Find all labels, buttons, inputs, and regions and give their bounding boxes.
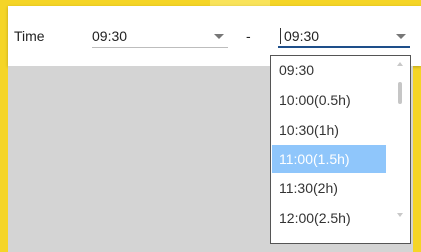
dropdown-option[interactable]: 11:30(2h) — [272, 174, 386, 202]
end-time-value: 09:30 — [284, 28, 320, 44]
dropdown-option[interactable]: 09:30 — [272, 56, 386, 84]
dropdown-option[interactable]: 10:00(0.5h) — [272, 86, 386, 114]
end-time-select[interactable]: 09:30 — [278, 22, 410, 48]
text-caret — [280, 28, 281, 44]
dropdown-option[interactable]: 10:30(1h) — [272, 116, 386, 144]
start-time-select[interactable]: 09:30 — [92, 22, 228, 48]
scroll-thumb[interactable] — [398, 82, 402, 104]
scroll-down-arrow-icon[interactable] — [397, 213, 403, 217]
dropdown-option-selected[interactable]: 11:00(1.5h) — [272, 145, 386, 173]
chevron-down-icon[interactable] — [214, 34, 224, 39]
dropdown-option[interactable]: 12:00(2.5h) — [272, 204, 386, 232]
range-separator: - — [246, 28, 251, 44]
time-label: Time — [14, 28, 45, 44]
scroll-up-arrow-icon[interactable] — [397, 62, 403, 66]
dropdown-scrollbar[interactable] — [392, 56, 410, 243]
start-time-value: 09:30 — [92, 28, 128, 44]
end-time-dropdown: 09:30 10:00(0.5h) 10:30(1h) 11:00(1.5h) … — [270, 55, 411, 244]
chevron-down-icon[interactable] — [396, 34, 406, 39]
